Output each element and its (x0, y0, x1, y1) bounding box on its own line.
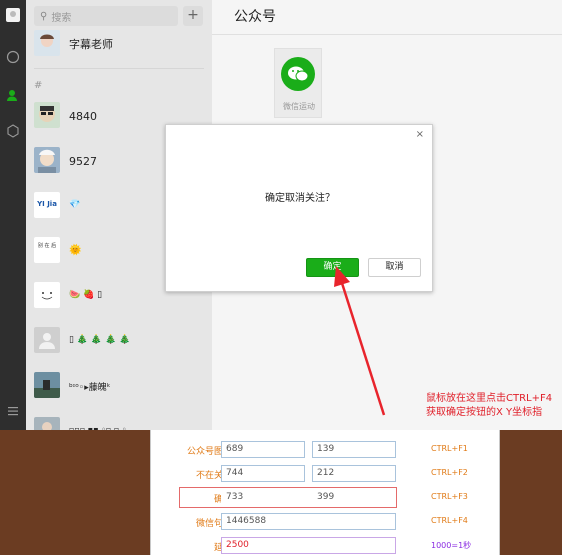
coordinate-tool-panel: 公众号图标: 689 139 CTRL+F1 不在关注: 744 212 CTR… (150, 430, 500, 555)
hotkey-label: CTRL+F1 (431, 444, 468, 453)
hotkey-label: CTRL+F2 (431, 468, 468, 477)
delay-unit-label: 1000=1秒 (431, 541, 472, 550)
handle-field[interactable]: 1446588 (221, 513, 396, 530)
y-field[interactable]: 139 (312, 441, 396, 458)
tool-row: 延迟: 2500 1000=1秒 (151, 536, 501, 555)
screen: ⚲ 搜索 + 字幕老师 # 4840 9527 YI Jia 💎 别 在 后 🌞… (0, 0, 562, 555)
tool-row: 公众号图标: 689 139 CTRL+F1 (151, 440, 501, 462)
y-field[interactable]: 399 (312, 489, 396, 506)
x-field[interactable]: 744 (221, 465, 305, 482)
x-field[interactable]: 733 (221, 489, 305, 506)
delay-field[interactable]: 2500 (221, 537, 396, 554)
y-field[interactable]: 212 (312, 465, 396, 482)
hotkey-label: CTRL+F4 (431, 516, 468, 525)
tool-row: 微信句柄: 1446588 CTRL+F4 (151, 512, 501, 534)
tool-row: 不在关注: 744 212 CTRL+F2 (151, 464, 501, 486)
annotation-text: 鼠标放在这里点击CTRL+F4 获取确定按钮的X Y坐标指 (426, 393, 553, 418)
tool-row: 确定: 733 399 CTRL+F3 (151, 488, 501, 510)
x-field[interactable]: 689 (221, 441, 305, 458)
hotkey-label: CTRL+F3 (431, 492, 468, 501)
